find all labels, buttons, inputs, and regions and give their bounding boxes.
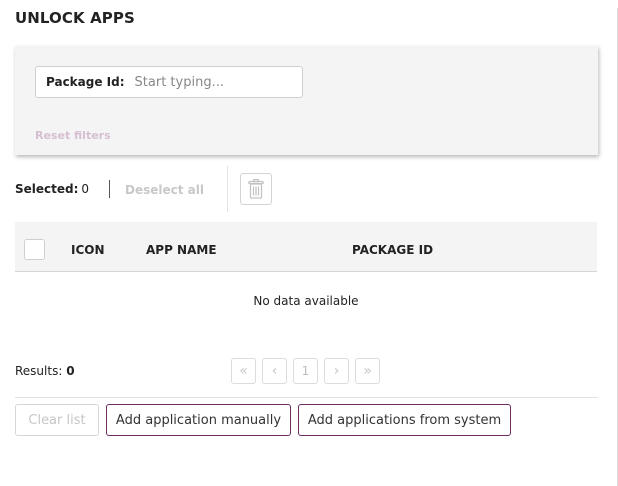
- empty-table-message: No data available: [253, 293, 359, 308]
- column-header-package-id[interactable]: PACKAGE ID: [352, 243, 433, 257]
- next-page-button[interactable]: ›: [324, 358, 349, 384]
- results-label: Results:: [15, 364, 63, 378]
- delete-selected-button[interactable]: [240, 173, 272, 205]
- selected-count: 0: [81, 182, 90, 196]
- last-page-button[interactable]: »: [355, 358, 380, 384]
- add-applications-from-system-button[interactable]: Add applications from system: [298, 404, 511, 436]
- select-all-checkbox[interactable]: [24, 239, 45, 260]
- toolbar-divider: [227, 166, 228, 212]
- current-page-indicator[interactable]: 1: [293, 358, 318, 384]
- clear-list-button[interactable]: Clear list: [15, 404, 99, 436]
- page-title: UNLOCK APPS: [15, 9, 135, 27]
- first-page-button[interactable]: «: [231, 358, 256, 384]
- selected-indicator: Selected: 0: [15, 182, 89, 196]
- deselect-all-button[interactable]: Deselect all: [125, 183, 204, 197]
- filters-panel: Package Id: Reset filters: [15, 46, 598, 155]
- table-header: ICON APP NAME PACKAGE ID: [15, 222, 597, 272]
- results-summary: Results: 0: [15, 364, 75, 378]
- selected-label: Selected:: [15, 182, 79, 196]
- package-id-label: Package Id:: [46, 75, 125, 89]
- column-header-app-name[interactable]: APP NAME: [146, 243, 217, 257]
- pagination: « ‹ 1 › »: [231, 358, 380, 384]
- column-header-icon[interactable]: ICON: [71, 243, 105, 257]
- reset-filters-link[interactable]: Reset filters: [35, 129, 111, 142]
- package-id-input[interactable]: [134, 74, 285, 90]
- actions-divider: [15, 397, 598, 398]
- selection-bar: Selected: 0 Deselect all: [15, 166, 598, 212]
- trash-icon: [248, 179, 264, 199]
- results-count: 0: [66, 364, 75, 378]
- package-id-filter[interactable]: Package Id:: [35, 66, 303, 98]
- apps-table: ICON APP NAME PACKAGE ID No data availab…: [15, 222, 597, 329]
- add-application-manually-button[interactable]: Add application manually: [106, 404, 291, 436]
- selection-divider: [109, 180, 110, 198]
- previous-page-button[interactable]: ‹: [262, 358, 287, 384]
